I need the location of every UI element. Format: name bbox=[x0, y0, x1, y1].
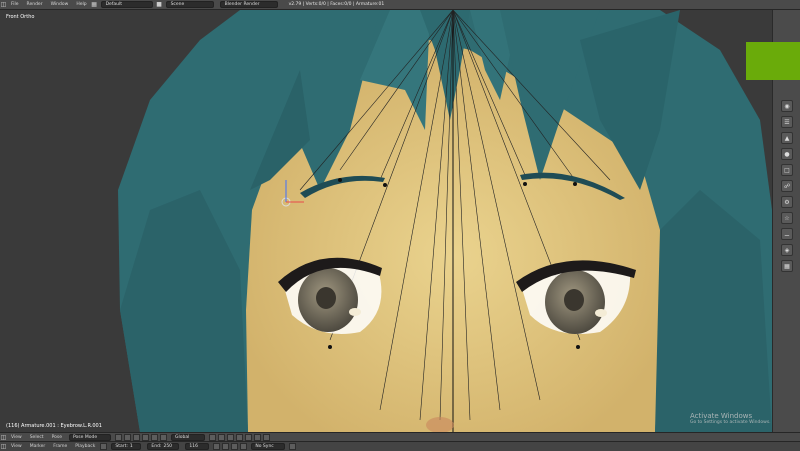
layout-select-label: Default bbox=[105, 2, 123, 7]
selection-status: (116) Armature.001 : Eyebrow.L.R.001 bbox=[6, 423, 102, 429]
jump-end-icon[interactable] bbox=[240, 443, 248, 450]
menu-help[interactable]: Help bbox=[72, 0, 90, 9]
activate-windows-watermark: Activate Windows Go to Settings to activ… bbox=[690, 412, 771, 425]
render-icon[interactable] bbox=[263, 434, 270, 441]
layer-1[interactable] bbox=[209, 434, 216, 441]
current-frame-field[interactable]: 116 bbox=[185, 443, 210, 450]
start-frame-label: Start: bbox=[115, 444, 128, 449]
orientation-label: Global bbox=[175, 435, 190, 440]
layer-4[interactable] bbox=[236, 434, 243, 441]
end-frame-value: 250 bbox=[163, 444, 173, 449]
play-icon[interactable] bbox=[231, 443, 239, 450]
layer-3[interactable] bbox=[227, 434, 234, 441]
modifier-tab-icon[interactable]: ⚙ bbox=[781, 196, 793, 208]
start-frame-field[interactable]: Start: 1 bbox=[111, 443, 142, 450]
pivot-icon[interactable] bbox=[124, 434, 131, 441]
object-tab-icon[interactable]: □ bbox=[781, 164, 793, 176]
layers-tab-icon[interactable]: ☰ bbox=[781, 116, 793, 128]
layer-5[interactable] bbox=[245, 434, 252, 441]
layout-select[interactable]: Default bbox=[100, 1, 153, 8]
material-tab-icon[interactable]: ◈ bbox=[781, 244, 793, 256]
3d-editor-type-icon[interactable]: ◫ bbox=[0, 434, 7, 441]
editor-type-icon[interactable]: ◫ bbox=[0, 1, 7, 8]
timeline-editor-type-icon[interactable]: ◫ bbox=[0, 443, 7, 450]
scene-tab-icon[interactable]: ▲ bbox=[781, 132, 793, 144]
snap-icon[interactable] bbox=[254, 434, 261, 441]
scene-select[interactable]: Scene bbox=[165, 1, 214, 8]
jump-start-icon[interactable] bbox=[213, 443, 221, 450]
texture-tab-icon[interactable]: ▦ bbox=[781, 260, 793, 272]
render-tab-icon[interactable]: ◉ bbox=[781, 100, 793, 112]
sync-label: No Sync bbox=[255, 444, 274, 449]
scene-icon: ■ bbox=[156, 1, 162, 8]
menu-file[interactable]: File bbox=[7, 0, 23, 9]
sync-select[interactable]: No Sync bbox=[251, 443, 286, 450]
scale-icon[interactable] bbox=[160, 434, 167, 441]
scene-stats: v2.79 | Verts:0/0 | Faces:0/0 | Armature… bbox=[288, 2, 385, 7]
watermark-title: Activate Windows bbox=[690, 412, 753, 420]
scene-select-label: Scene bbox=[170, 2, 185, 7]
watermark-subtitle: Go to Settings to activate Windows. bbox=[690, 420, 771, 425]
layer-2[interactable] bbox=[218, 434, 225, 441]
current-frame-value: 116 bbox=[189, 444, 198, 449]
shading-icon[interactable] bbox=[115, 434, 122, 441]
manipulator-icon[interactable] bbox=[133, 434, 140, 441]
menu-window[interactable]: Window bbox=[47, 0, 73, 9]
render-engine-select[interactable]: Blender Render bbox=[219, 1, 278, 8]
data-tab-icon[interactable]: ☆ bbox=[781, 212, 793, 224]
rotate-icon[interactable] bbox=[151, 434, 158, 441]
world-tab-icon[interactable]: ● bbox=[781, 148, 793, 160]
record-icon[interactable] bbox=[100, 443, 108, 450]
view-name-label: Front Ortho bbox=[6, 14, 35, 20]
viewport-render bbox=[0, 10, 772, 432]
render-engine-label: Blender Render bbox=[224, 2, 260, 7]
menu-render[interactable]: Render bbox=[23, 0, 47, 9]
layout-icon: ▦ bbox=[91, 1, 97, 8]
info-header: ◫ File Render Window Help ▦ Default ■ Sc… bbox=[0, 0, 800, 10]
top-menu: File Render Window Help bbox=[7, 0, 91, 9]
end-frame-field[interactable]: End: 250 bbox=[147, 443, 180, 450]
end-frame-label: End: bbox=[151, 444, 162, 449]
bone-tab-icon[interactable]: ⚊ bbox=[781, 228, 793, 240]
translate-icon[interactable] bbox=[142, 434, 149, 441]
play-reverse-icon[interactable] bbox=[222, 443, 230, 450]
mode-select-label: Pose Mode bbox=[73, 435, 98, 440]
start-frame-value: 1 bbox=[129, 444, 133, 449]
orientation-select[interactable]: Global bbox=[171, 434, 205, 441]
constraints-tab-icon[interactable]: ☍ bbox=[781, 180, 793, 192]
mode-select[interactable]: Pose Mode bbox=[69, 434, 111, 441]
color-swatch[interactable] bbox=[746, 42, 800, 80]
keying-icon[interactable] bbox=[289, 443, 297, 450]
3d-viewport[interactable]: Front Ortho (116) Armature.001 : Eyebrow… bbox=[0, 10, 772, 432]
